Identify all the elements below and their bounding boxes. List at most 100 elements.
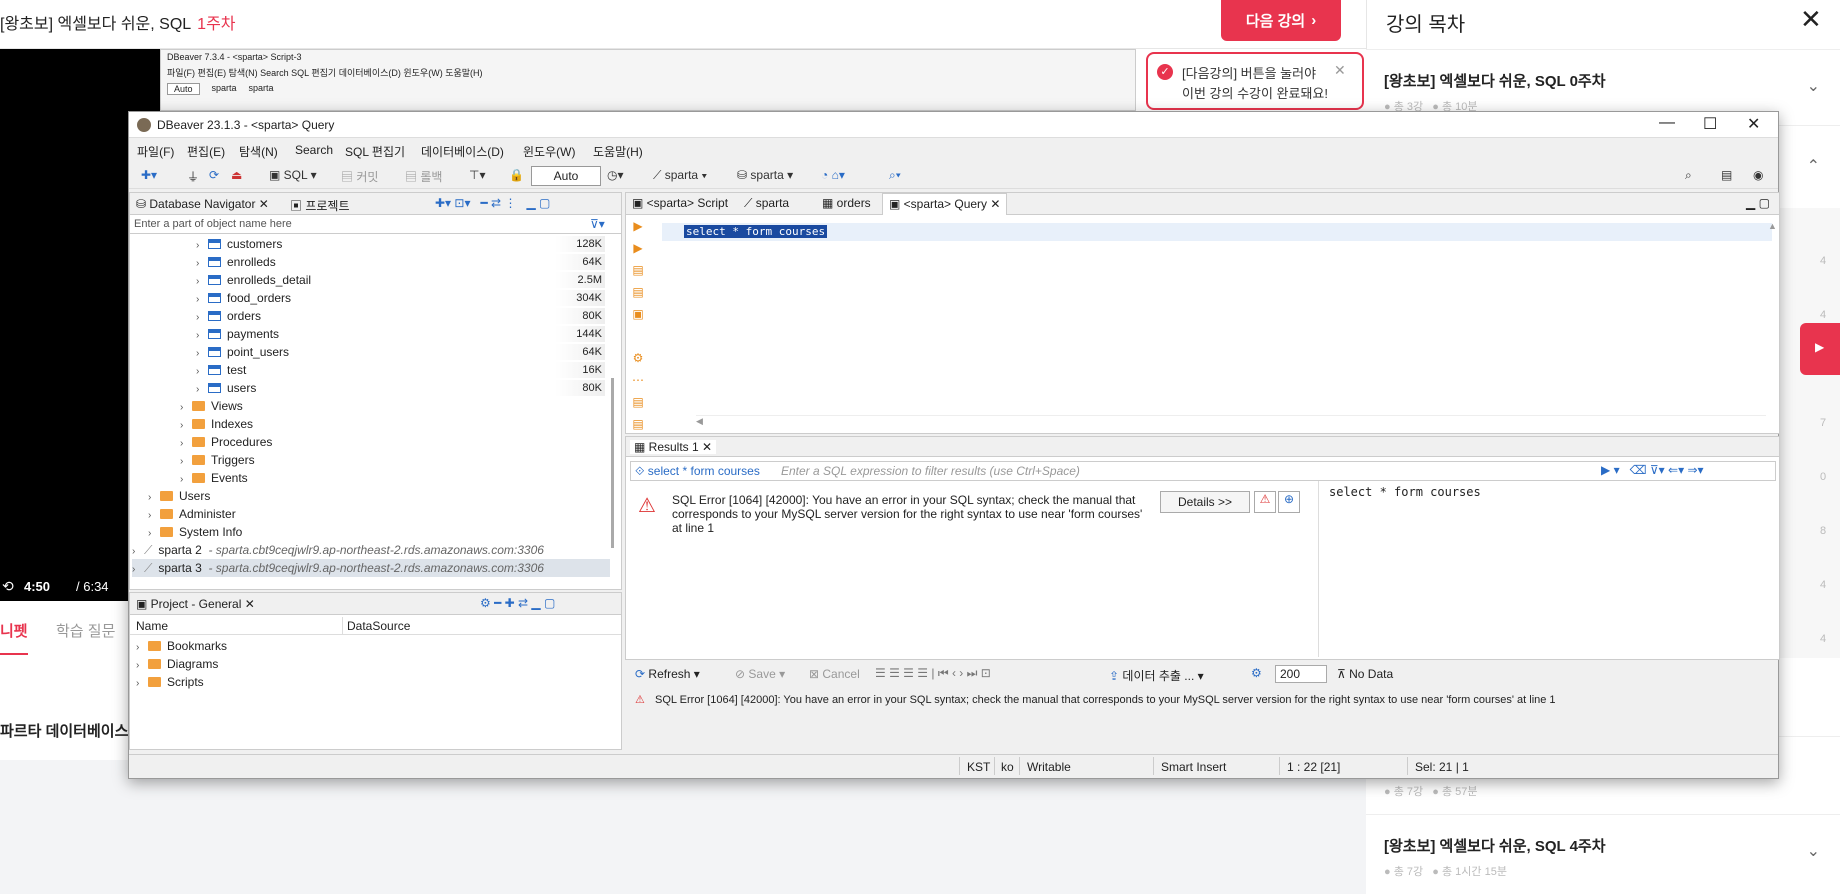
editor-hscroll[interactable]: ◀	[696, 415, 1766, 427]
table-node[interactable]: › test	[196, 361, 246, 379]
close-icon[interactable]: ✕	[1800, 4, 1822, 35]
cancel-button[interactable]: ⊠ Cancel	[809, 667, 860, 681]
minimize-icon[interactable]: —	[1659, 114, 1675, 132]
details-button[interactable]: Details >>	[1160, 491, 1250, 513]
project-toolbar-icons[interactable]: ⚙ ━ ✚ ⇄ ▁ ▢	[480, 596, 555, 610]
folder-node[interactable]: › Administer	[148, 505, 236, 523]
history-icon[interactable]: ◷▾	[607, 168, 624, 182]
transaction-mode-icon[interactable]: ⊤▾	[469, 168, 485, 182]
commit-button[interactable]: ▤ 커밋	[341, 168, 378, 185]
table-icon	[208, 257, 221, 267]
inner-menu: 파일(F) 편집(E) 탐색(N) Search SQL 편집기 데이터베이스(…	[167, 68, 483, 78]
tab-snippet[interactable]: 니펫	[0, 620, 28, 655]
connection-node[interactable]: › ⟋ sparta 3 - sparta.cbt9ceqjwlr9.ap-nort…	[132, 559, 610, 577]
sidebar-week-4[interactable]: [왕초보] 엑셀보다 쉬운, SQL 4주차 ● 총 7강 ● 총 1시간 15…	[1366, 814, 1840, 894]
menu-database[interactable]: 데이터베이스(D)	[421, 143, 504, 160]
search-icon[interactable]: ⌕	[1685, 168, 1692, 183]
menu-navigate[interactable]: 탐색(N)	[239, 143, 278, 160]
dashboard-icon[interactable]: ◔ ⌂▾	[821, 168, 845, 182]
sql-editor-button[interactable]: ▣ SQL ▾	[269, 168, 317, 182]
navigator-filter-input[interactable]: Enter a part of object name here	[130, 216, 621, 234]
table-node[interactable]: › customers	[196, 235, 282, 253]
fetch-size-input[interactable]: 200	[1275, 665, 1327, 683]
tab-sparta[interactable]: ⟋ sparta	[744, 196, 789, 211]
table-node[interactable]: › payments	[196, 325, 279, 343]
schema-selector-2[interactable]: ⛁ sparta ▾	[737, 168, 793, 182]
query-label[interactable]: ⟐ select * form courses	[635, 464, 760, 479]
row-edit-icons[interactable]: ☰ ☰ ☰ ☰ | ⏮ ‹ › ⏭ ⊡	[875, 666, 991, 681]
menu-help[interactable]: 도움말(H)	[593, 143, 643, 160]
project-item-scripts[interactable]: › Scripts	[136, 673, 204, 691]
folder-node[interactable]: › Procedures	[180, 433, 272, 451]
navigator-scrollbar[interactable]	[611, 378, 614, 548]
target-icon[interactable]: ⊕	[1278, 491, 1300, 513]
reconnect-icon[interactable]: ⟳	[209, 168, 219, 182]
menu-file[interactable]: 파일(F)	[137, 143, 174, 160]
course-title: [왕초보] 엑셀보다 쉬운, SQL 1주차	[0, 16, 236, 33]
lock-icon[interactable]: 🔒	[509, 168, 524, 182]
auto-commit-box[interactable]: Auto	[531, 166, 601, 186]
folder-node[interactable]: › Triggers	[180, 451, 255, 469]
schema-selector-1[interactable]: ⟋ sparta ▾	[653, 168, 707, 183]
menu-window[interactable]: 윈도우(W)	[523, 143, 575, 160]
menu-sql-editor[interactable]: SQL 편집기	[345, 143, 405, 160]
next-lecture-button[interactable]: 다음 강의 ›	[1221, 0, 1341, 41]
close-icon[interactable]: ✕	[1334, 62, 1346, 79]
new-connection-icon[interactable]: ✚▾	[141, 168, 157, 182]
table-node[interactable]: › point_users	[196, 343, 289, 361]
tab-database-navigator[interactable]: ⛁ Database Navigator ✕	[136, 197, 269, 211]
rollback-button[interactable]: ▤ 롤백	[405, 168, 442, 185]
project-item-bookmarks[interactable]: › Bookmarks	[136, 637, 227, 655]
tab-project[interactable]: ▣ 프로젝트	[290, 197, 350, 214]
close-icon[interactable]: ✕	[1747, 114, 1760, 134]
toast-line-2: 이번 강의 수강이 완료돼요!	[1182, 86, 1329, 101]
filter-controls-icon[interactable]: ▶ ▾ ⌫ ⊽▾ ⇐▾ ⇒▾	[1601, 463, 1704, 477]
warning-icon: ⚠	[638, 495, 656, 517]
save-button[interactable]: ⊘ Save ▾	[735, 667, 785, 681]
tab-project-general[interactable]: ▣ Project - General ✕	[136, 597, 255, 611]
folder-node[interactable]: › Users	[148, 487, 210, 505]
window-title: DBeaver 23.1.3 - <sparta> Query	[157, 118, 335, 132]
folder-node[interactable]: › System Info	[148, 523, 242, 541]
disconnect-icon[interactable]: ⏏	[231, 168, 242, 182]
table-node[interactable]: › enrolleds	[196, 253, 276, 271]
folder-node[interactable]: › Views	[180, 397, 243, 415]
export-data-button[interactable]: ⇪ 데이터 추출 ... ▾	[1109, 667, 1204, 684]
warning-icon[interactable]: ⚠	[1254, 491, 1276, 513]
active-lesson-play-button[interactable]: ▶	[1800, 323, 1840, 375]
titlebar: DBeaver 23.1.3 - <sparta> Query — ☐ ✕	[129, 112, 1778, 138]
column-name[interactable]: Name	[136, 619, 168, 633]
tab-sparta-query[interactable]: ▣ <sparta> Query ✕	[882, 193, 1008, 215]
folder-node[interactable]: › Events	[180, 469, 248, 487]
results-filter-input[interactable]: Enter a SQL expression to filter results…	[781, 464, 1080, 478]
settings-icon[interactable]: ⚙	[1251, 666, 1262, 680]
sidebar-title: 강의 목차	[1386, 14, 1466, 36]
menu-edit[interactable]: 편집(E)	[187, 143, 225, 160]
connection-node[interactable]: › ⟋ sparta 2 - sparta.cbt9ceqjwlr9.ap-nort…	[132, 541, 544, 559]
table-node[interactable]: › users	[196, 379, 256, 397]
folder-node[interactable]: › Indexes	[180, 415, 253, 433]
tab-qa[interactable]: 학습 질문	[56, 620, 115, 641]
menu-search[interactable]: Search	[295, 143, 333, 157]
maximize-icon[interactable]: ☐	[1703, 114, 1717, 134]
column-datasource[interactable]: DataSource	[342, 617, 414, 635]
editor-window-controls[interactable]: ▁ ▢	[1746, 196, 1770, 210]
project-item-diagrams[interactable]: › Diagrams	[136, 655, 218, 673]
tab-sparta-script[interactable]: ▣ <sparta> Script	[632, 196, 728, 210]
tab-orders[interactable]: ▦ orders	[822, 196, 871, 210]
refresh-button[interactable]: ⟳ Refresh ▾	[635, 667, 700, 681]
nav-toolbar-icons[interactable]: ✚▾ ⊡▾ ━ ⇄ ⋮ ▁ ▢	[435, 196, 550, 210]
search-icon[interactable]: ⌕▾	[889, 168, 901, 183]
editor-side-toolbar[interactable]: ▶▶▤▤▣⚙⋯▤▤▤	[626, 215, 650, 453]
connect-icon[interactable]: ⏚	[187, 168, 199, 185]
table-node[interactable]: › enrolleds_detail	[196, 271, 311, 289]
table-node[interactable]: › food_orders	[196, 289, 291, 307]
sql-text[interactable]: select * form courses	[684, 225, 828, 238]
tab-results-1[interactable]: ▦ Results 1 ✕	[630, 440, 717, 454]
dbeaver-perspective-icon[interactable]: ◉	[1753, 168, 1763, 182]
replay-icon[interactable]: ⟲	[2, 578, 14, 595]
table-node[interactable]: › orders	[196, 307, 261, 325]
editor-vscroll[interactable]: ▲	[1768, 221, 1777, 411]
filter-icon[interactable]: ⊽▾	[590, 217, 605, 231]
perspective-icon[interactable]: ▤	[1721, 168, 1732, 182]
